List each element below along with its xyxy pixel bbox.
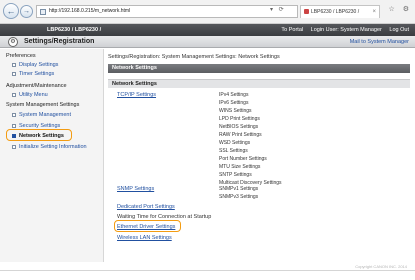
forward-button[interactable]: → — [20, 5, 33, 18]
section-header: Network Settings — [108, 64, 410, 73]
page-icon — [40, 9, 46, 15]
to-portal-link[interactable]: To Portal — [281, 27, 303, 33]
address-url: http://192.168.0.215/m_network.html — [49, 8, 131, 14]
sidebar-heading-preferences: Preferences — [6, 53, 36, 59]
bullet-icon — [12, 62, 16, 67]
option-port-number-settings: Port Number Settings — [219, 156, 267, 162]
tab-title: LBP6230 / LBP6230 / — [311, 9, 360, 15]
option-sntp-settings: SNTP Settings — [219, 172, 252, 178]
sidebar-item-label: Initialize Setting Information — [19, 144, 87, 150]
option-ipv4-settings: IPv4 Settings — [219, 92, 249, 98]
sidebar-item-initialize-setting-information[interactable]: Initialize Setting Information — [12, 144, 87, 150]
back-arrow-icon: ← — [6, 6, 16, 16]
sidebar-item-label: Display Settings — [19, 62, 59, 68]
header-links: To Portal Login User: System Manager Log… — [275, 24, 409, 36]
back-button[interactable]: ← — [3, 3, 19, 19]
highlight-ring — [6, 129, 72, 141]
sidebar-heading-system-management: System Management Settings — [6, 102, 80, 108]
snmp-settings-link[interactable]: SNMP Settings — [117, 186, 154, 192]
sidebar-item-system-management[interactable]: System Management — [12, 112, 71, 118]
main-content: Settings/Registration: System Management… — [108, 49, 410, 269]
sidebar-heading-adjustment: Adjustment/Maintenance — [6, 83, 67, 89]
sidebar-item-label: System Management — [19, 112, 71, 118]
sidebar-item-timer-settings[interactable]: Timer Settings — [12, 71, 54, 77]
option-snmpv1-settings: SNMPv1 Settings — [219, 186, 259, 192]
login-user-label: Login User: System Manager — [310, 27, 382, 33]
breadcrumb: Settings/Registration: System Management… — [108, 54, 280, 60]
settings-gear-icon: ⚙ — [8, 37, 18, 47]
bullet-icon — [12, 92, 16, 97]
option-snmpv3-settings: SNMPv3 Settings — [219, 194, 259, 200]
device-header: LBP6230 / LBP6230 / To Portal Login User… — [0, 24, 415, 36]
device-name: LBP6230 / LBP6230 / — [47, 27, 102, 33]
favicon-icon — [304, 9, 309, 14]
tcpip-settings-link[interactable]: TCP/IP Settings — [117, 92, 156, 98]
option-netbios-settings: NetBIOS Settings — [219, 124, 259, 130]
forward-arrow-icon: → — [23, 8, 30, 15]
copyright-text: Copyright CANON INC. 2014 — [355, 264, 407, 269]
close-tab-icon[interactable]: × — [372, 6, 376, 18]
page-title: Settings/Registration — [24, 38, 95, 45]
option-raw-print-settings: RAW Print Settings — [219, 132, 262, 138]
option-wins-settings: WINS Settings — [219, 108, 252, 114]
address-bar[interactable]: http://192.168.0.215/m_network.html — [36, 5, 298, 18]
option-ipv6-settings: IPv6 Settings — [219, 100, 249, 106]
sidebar-item-label: Timer Settings — [19, 71, 55, 77]
bullet-icon — [12, 71, 16, 76]
option-ssl-settings: SSL Settings — [219, 148, 248, 154]
sidebar-item-display-settings[interactable]: Display Settings — [12, 62, 58, 68]
log-out-link[interactable]: Log Out — [389, 27, 409, 33]
sidebar: Preferences Display Settings Timer Setti… — [0, 49, 104, 269]
bullet-icon — [12, 112, 16, 117]
option-mtu-size-settings: MTU Size Settings — [219, 164, 261, 170]
sidebar-item-label: Utility Menu — [19, 92, 48, 98]
bullet-icon — [12, 144, 16, 149]
sidebar-item-utility-menu[interactable]: Utility Menu — [12, 92, 48, 98]
bullet-icon — [12, 123, 16, 128]
mail-to-system-manager-link[interactable]: Mail to System Manager — [350, 36, 409, 48]
browser-tab[interactable]: LBP6230 / LBP6230 / × — [300, 5, 380, 18]
divider — [0, 270, 415, 271]
settings-icon[interactable]: ☆ ⚙ — [389, 5, 413, 13]
option-wsd-settings: WSD Settings — [219, 140, 251, 146]
dedicated-port-settings-link[interactable]: Dedicated Port Settings — [117, 204, 175, 210]
highlight-ring — [114, 220, 181, 232]
option-lpd-print-settings: LPD Print Settings — [219, 116, 260, 122]
title-bar: ⚙ Settings/Registration Mail to System M… — [0, 36, 415, 48]
sub-section-header: Network Settings — [108, 79, 410, 88]
wireless-lan-settings-link[interactable]: Wireless LAN Settings — [117, 235, 172, 241]
footer: Copyright CANON INC. 2014 — [0, 262, 415, 280]
browser-toolbar: ← → http://192.168.0.215/m_network.html … — [0, 0, 415, 24]
refresh-icon[interactable]: ▾ ⟳ — [270, 6, 286, 13]
